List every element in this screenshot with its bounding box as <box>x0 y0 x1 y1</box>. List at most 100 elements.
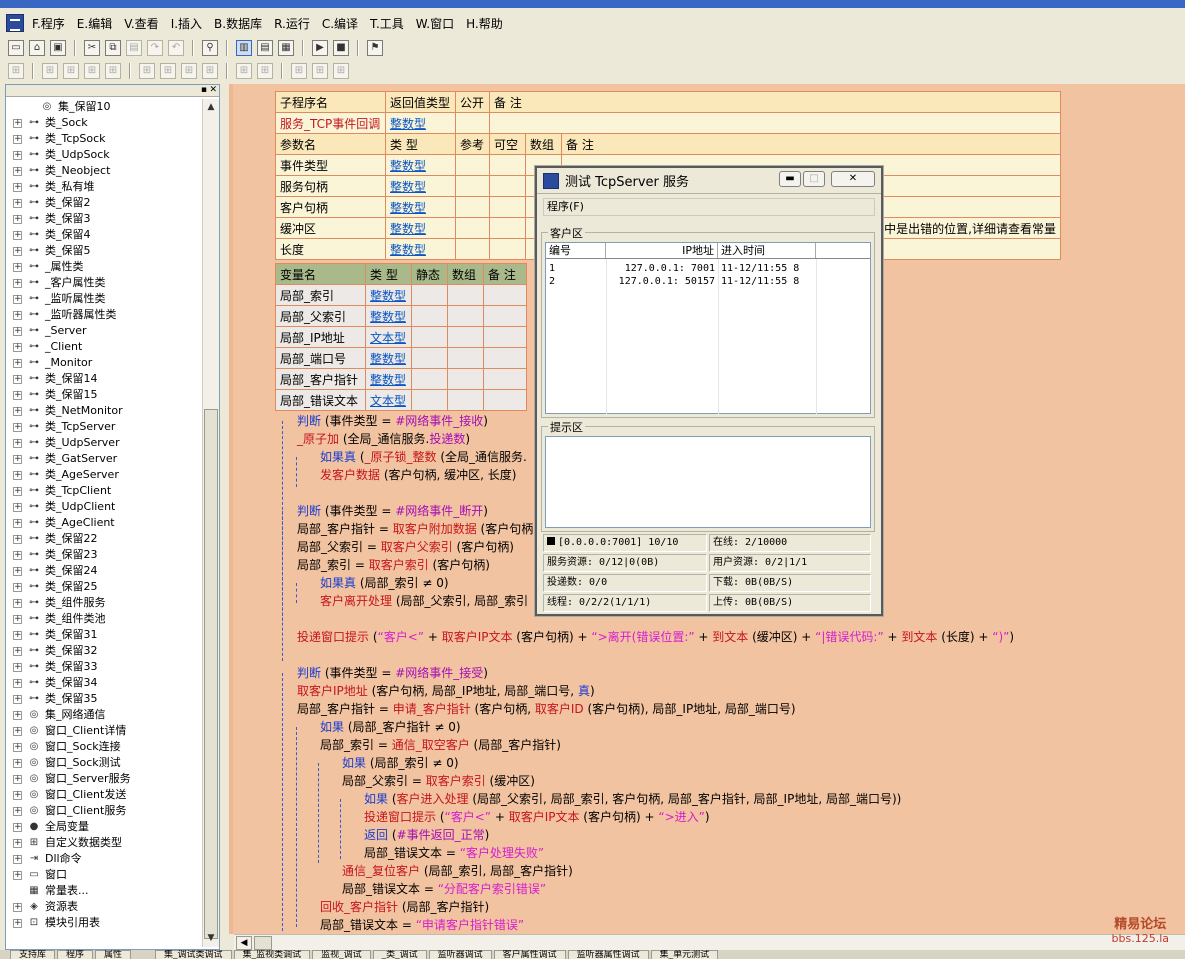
tree-item[interactable]: + ⊶ 类_Sock <box>6 115 202 131</box>
tree-item[interactable]: + ⊶ 类_保留14 <box>6 371 202 387</box>
scroll-up-icon[interactable]: ▲ <box>203 99 219 116</box>
tree-item[interactable]: + ⊶ 类_保留4 <box>6 227 202 243</box>
tree-item[interactable]: + ⊶ 类_保留25 <box>6 579 202 595</box>
tree-item[interactable]: + ⊶ _Monitor <box>6 355 202 371</box>
tree-item[interactable]: + ⊶ 类_AgeServer <box>6 467 202 483</box>
expand-icon[interactable]: + <box>13 438 22 448</box>
tree-scrollbar[interactable]: ▲ ▼ <box>202 99 219 947</box>
expand-icon[interactable]: + <box>13 246 22 256</box>
same-height-icon[interactable]: ⊞ <box>312 63 328 79</box>
col-id[interactable]: 编号 <box>546 243 606 258</box>
save-icon[interactable]: ▣ <box>50 40 66 56</box>
tree-item[interactable]: + ⊶ 类_保留3 <box>6 211 202 227</box>
tree-item[interactable]: + ◎ 窗口_Server服务 <box>6 771 202 787</box>
client-row[interactable]: 1 127.0.0.1: 7001 11-12/11:55 8 <box>546 262 870 275</box>
tree-item[interactable]: + ⊶ 类_Neobject <box>6 163 202 179</box>
var-name-cell[interactable]: 局部_父索引 <box>275 305 366 327</box>
menu-item[interactable]: I.插入 <box>171 15 202 32</box>
menu-item[interactable]: C.编译 <box>322 15 358 32</box>
var-name-cell[interactable]: 局部_客户指针 <box>275 368 366 390</box>
var-row[interactable]: 局部_错误文本 文本型 <box>275 389 527 411</box>
code-line[interactable]: 投递窗口提示 (“客户<” + 取客户IP文本 (客户句柄) + “>离开(错误… <box>297 628 1014 646</box>
menu-item[interactable]: B.数据库 <box>214 15 262 32</box>
var-type-cell[interactable]: 文本型 <box>365 326 412 348</box>
var-empty-cell[interactable] <box>483 347 527 369</box>
expand-icon[interactable]: + <box>13 358 22 368</box>
expand-icon[interactable]: + <box>13 230 22 240</box>
code-line[interactable]: 回收_客户指针 (局部_客户指针) <box>320 898 489 916</box>
maximize-button[interactable]: □ <box>803 171 825 187</box>
scroll-thumb[interactable] <box>204 409 218 939</box>
code-line[interactable]: 取客户IP地址 (客户句柄, 局部_IP地址, 局部_端口号, 真) <box>297 682 595 700</box>
hint-textbox[interactable] <box>545 436 871 528</box>
expand-icon[interactable]: + <box>13 326 22 336</box>
align-left-icon[interactable]: ⊞ <box>42 63 58 79</box>
editor-hscrollbar[interactable]: ◀ <box>234 934 1185 950</box>
var-empty-cell[interactable] <box>447 305 484 327</box>
expand-icon[interactable]: + <box>13 566 22 576</box>
code-line[interactable]: 局部_错误文本 = “申请客户指针错误” <box>320 916 524 934</box>
close-button[interactable]: ✕ <box>831 171 875 187</box>
space-h-icon[interactable]: ⊞ <box>236 63 252 79</box>
expand-icon[interactable]: + <box>13 166 22 176</box>
undo-icon[interactable]: ↶ <box>168 40 184 56</box>
expand-icon[interactable]: + <box>13 342 22 352</box>
same-width-icon[interactable]: ⊞ <box>291 63 307 79</box>
code-line[interactable]: 如果真 (_原子锁_整数 (全局_通信服务. <box>320 448 527 466</box>
run-icon[interactable]: ▶ <box>312 40 328 56</box>
editor-tab[interactable]: 监听器属性调试 <box>567 950 649 959</box>
align-middle-icon[interactable]: ⊞ <box>139 63 155 79</box>
panel-tab[interactable]: 属性 <box>95 950 132 959</box>
menu-item[interactable]: W.窗口 <box>416 15 454 32</box>
sub-name-cell[interactable]: 服务_TCP事件回调 <box>275 112 386 134</box>
tree-item[interactable]: + ⊶ 类_GatServer <box>6 451 202 467</box>
scroll-down-icon[interactable]: ▼ <box>203 930 219 947</box>
subroutine-row[interactable]: 服务_TCP事件回调 整数型 <box>275 112 1061 134</box>
editor-tab[interactable]: 集_监视类调试 <box>233 950 311 959</box>
tree-item[interactable]: + ◎ 窗口_Client发送 <box>6 787 202 803</box>
param-nullable-cell[interactable] <box>489 196 526 218</box>
param-ref-cell[interactable] <box>455 175 490 197</box>
public-cell[interactable] <box>455 112 490 134</box>
var-empty-cell[interactable] <box>411 305 448 327</box>
var-empty-cell[interactable] <box>411 368 448 390</box>
var-empty-cell[interactable] <box>411 284 448 306</box>
tree-item[interactable]: + ⊶ 类_保留31 <box>6 627 202 643</box>
param-nullable-cell[interactable] <box>489 175 526 197</box>
var-empty-cell[interactable] <box>447 347 484 369</box>
tree-item[interactable]: + ⊶ 类_保留2 <box>6 195 202 211</box>
expand-icon[interactable]: + <box>13 262 22 272</box>
editor-tab[interactable]: 监视_调试 <box>312 950 371 959</box>
expand-icon[interactable]: + <box>13 774 22 784</box>
copy-icon[interactable]: ⧉ <box>105 40 121 56</box>
expand-icon[interactable]: + <box>13 278 22 288</box>
menu-item[interactable]: F.程序 <box>32 15 65 32</box>
same-size-icon[interactable]: ⊞ <box>333 63 349 79</box>
tree-item[interactable]: + ● 全局变量 <box>6 819 202 835</box>
var-row[interactable]: 局部_索引 整数型 <box>275 284 527 306</box>
tree-item[interactable]: + ◎ 窗口_Client详情 <box>6 723 202 739</box>
var-empty-cell[interactable] <box>483 326 527 348</box>
editor-tab[interactable]: _类_调试 <box>372 950 427 959</box>
tree-item[interactable]: + ⊶ 类_保留22 <box>6 531 202 547</box>
var-empty-cell[interactable] <box>483 389 527 411</box>
minimize-button[interactable]: ▬ <box>779 171 801 187</box>
tree-item[interactable]: + ⊶ 类_保留35 <box>6 691 202 707</box>
var-name-cell[interactable]: 局部_索引 <box>275 284 366 306</box>
paste-icon[interactable]: ▤ <box>126 40 142 56</box>
var-empty-cell[interactable] <box>447 284 484 306</box>
tree-item[interactable]: + ⊶ 类_私有堆 <box>6 179 202 195</box>
tree-item[interactable]: + ⊶ 类_TcpSock <box>6 131 202 147</box>
tree-item[interactable]: + ◈ 资源表 <box>6 899 202 915</box>
col-ip[interactable]: IP地址 <box>606 243 718 258</box>
var-type-cell[interactable]: 整数型 <box>365 284 412 306</box>
param-type-cell[interactable]: 整数型 <box>385 154 456 176</box>
var-empty-cell[interactable] <box>411 347 448 369</box>
tree-item[interactable]: + ⊶ _属性类 <box>6 259 202 275</box>
var-name-cell[interactable]: 局部_IP地址 <box>275 326 366 348</box>
param-type-cell[interactable]: 整数型 <box>385 238 456 260</box>
tree-item[interactable]: + ◎ 窗口_Sock连接 <box>6 739 202 755</box>
tree-item[interactable]: + ⊶ 类_保留24 <box>6 563 202 579</box>
panel-tab[interactable]: 程序 <box>57 950 94 959</box>
app-icon[interactable] <box>6 14 24 32</box>
